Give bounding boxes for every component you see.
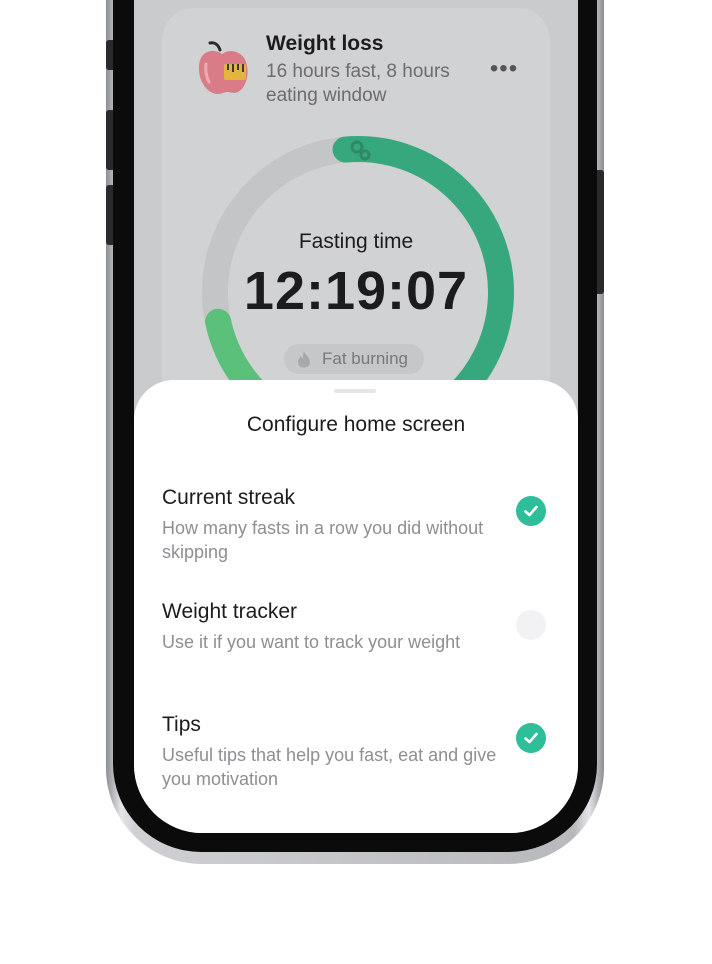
sheet-title: Configure home screen [246,413,466,436]
power-button [597,170,604,294]
option-description: Useful tips that help you fast, eat and … [162,745,497,789]
configure-home-sheet: Configure home screen Current streak How… [134,380,578,833]
unchecked-circle-icon[interactable] [516,610,546,640]
fat-burning-badge[interactable]: Fat burning [284,344,424,374]
option-title: Current streak [162,486,296,509]
fasting-time-label: Fasting time [298,230,414,253]
fat-burning-label: Fat burning [322,349,408,368]
sheet-grabber[interactable] [334,389,376,393]
volume-up-button [106,110,113,170]
apple-measuring-tape-icon [198,41,248,94]
checkmark-icon[interactable] [516,496,546,526]
fasting-timer: 12:19:07 [243,261,469,321]
more-options-button[interactable]: ••• [486,57,522,85]
phone-screen: Weight loss 16 hours fast, 8 hours eatin… [134,0,578,833]
plan-title: Weight loss [266,32,384,55]
option-current-streak[interactable]: Current streak How many fasts in a row y… [162,486,552,576]
flame-icon [298,351,310,368]
option-tips[interactable]: Tips Useful tips that help you fast, eat… [162,713,552,803]
option-title: Weight tracker [162,600,297,623]
option-weight-tracker[interactable]: Weight tracker Use it if you want to tra… [162,600,552,690]
option-title: Tips [162,713,201,736]
checkmark-icon[interactable] [516,723,546,753]
plan-subtitle: 16 hours fast, 8 hours eating window [266,61,450,106]
option-description: How many fasts in a row you did without … [162,518,484,562]
volume-down-button [106,185,113,245]
option-description: Use it if you want to track your weight [162,632,461,652]
mute-switch [106,40,113,70]
ellipsis-icon: ••• [489,55,519,82]
